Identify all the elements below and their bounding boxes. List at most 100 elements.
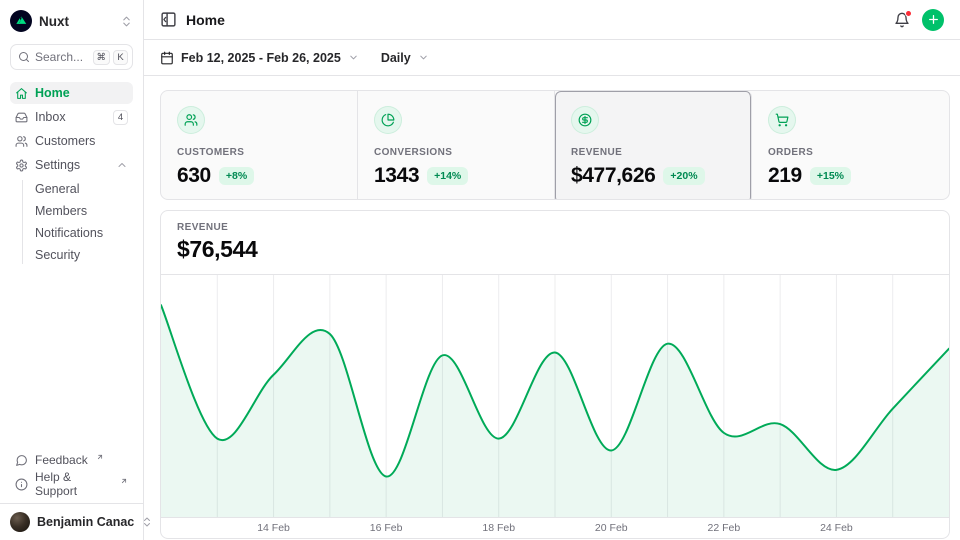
sidebar-item-general[interactable]: General — [35, 178, 133, 200]
sidebar-item-label: Customers — [35, 134, 95, 148]
date-range-picker[interactable]: Feb 12, 2025 - Feb 26, 2025 — [160, 51, 359, 65]
inbox-count-badge: 4 — [113, 110, 128, 125]
stat-label: REVENUE — [571, 147, 735, 158]
stat-card-revenue[interactable]: REVENUE $477,626 +20% — [555, 91, 752, 200]
sidebar-item-label: Notifications — [35, 226, 103, 240]
sidebar-item-label: Security — [35, 248, 80, 262]
filter-toolbar: Feb 12, 2025 - Feb 26, 2025 Daily — [144, 40, 960, 76]
search-input[interactable]: Search... ⌘ K — [10, 44, 133, 70]
chart-title: REVENUE — [177, 222, 933, 233]
stat-value: 630 — [177, 164, 211, 188]
page-title: Home — [186, 12, 225, 28]
sidebar-item-label: Home — [35, 86, 70, 100]
users-icon — [15, 135, 28, 148]
sidebar-item-inbox[interactable]: Inbox 4 — [10, 106, 133, 128]
user-name: Benjamin Canac — [37, 515, 134, 529]
revenue-area-chart[interactable] — [161, 275, 949, 518]
search-placeholder: Search... — [35, 50, 83, 64]
kbd-cmd: ⌘ — [93, 50, 111, 65]
pie-chart-icon — [374, 106, 402, 134]
sidebar-footer-links: Feedback Help & Support — [0, 449, 143, 503]
sidebar-spacer — [0, 266, 143, 449]
stat-change-badge: +15% — [810, 167, 851, 185]
sidebar-item-home[interactable]: Home — [10, 82, 133, 104]
avatar — [10, 512, 30, 532]
stat-card-customers[interactable]: CUSTOMERS 630 +8% — [161, 91, 358, 200]
external-link-icon — [96, 453, 104, 461]
settings-subnav: General Members Notifications Security — [22, 178, 133, 266]
feedback-link[interactable]: Feedback — [10, 449, 133, 471]
feedback-label: Feedback — [35, 453, 88, 467]
sidebar-item-security[interactable]: Security — [35, 244, 133, 266]
help-support-link[interactable]: Help & Support — [10, 473, 133, 495]
stat-label: ORDERS — [768, 147, 933, 158]
dollar-circle-icon — [571, 106, 599, 134]
chart-header: REVENUE $76,544 — [161, 211, 949, 275]
x-axis-tick: 14 Feb — [257, 522, 290, 534]
cart-icon — [768, 106, 796, 134]
stat-card-conversions[interactable]: CONVERSIONS 1343 +14% — [358, 91, 555, 200]
sidebar: Nuxt Search... ⌘ K Home — [0, 0, 144, 540]
x-axis-tick: 20 Feb — [595, 522, 628, 534]
revenue-chart-card: REVENUE $76,544 14 Feb 16 Feb 18 Feb 20 Feb… — [160, 210, 950, 539]
x-axis-tick: 24 Feb — [820, 522, 853, 534]
dashboard-content: CUSTOMERS 630 +8% CONVERSIONS 1343 +14% — [144, 76, 960, 540]
stat-value: 1343 — [374, 164, 419, 188]
stat-label: CONVERSIONS — [374, 147, 538, 158]
x-axis-tick: 18 Feb — [482, 522, 515, 534]
inbox-icon — [15, 111, 28, 124]
nuxt-logo-icon — [10, 10, 32, 32]
sidebar-item-members[interactable]: Members — [35, 200, 133, 222]
stat-card-orders[interactable]: ORDERS 219 +15% — [752, 91, 949, 200]
gear-icon — [15, 159, 28, 172]
workspace-name: Nuxt — [39, 14, 69, 29]
stat-change-badge: +14% — [427, 167, 468, 185]
search-shortcut: ⌘ K — [93, 50, 129, 65]
chevron-up-icon — [116, 159, 128, 171]
stat-label: CUSTOMERS — [177, 147, 341, 158]
collapse-sidebar-button[interactable] — [160, 11, 177, 28]
kbd-k: K — [113, 50, 128, 65]
chevron-down-icon — [348, 52, 359, 63]
app-window: Nuxt Search... ⌘ K Home — [0, 0, 960, 540]
info-icon — [15, 478, 28, 491]
sidebar-item-settings[interactable]: Settings — [10, 154, 133, 176]
sidebar-item-label: General — [35, 182, 79, 196]
sidebar-item-label: Settings — [35, 158, 80, 172]
users-icon — [177, 106, 205, 134]
x-axis: 14 Feb 16 Feb 18 Feb 20 Feb 22 Feb 24 Feb — [161, 518, 949, 538]
user-menu[interactable]: Benjamin Canac — [0, 504, 143, 540]
chart-current-value: $76,544 — [177, 236, 933, 263]
x-axis-tick: 22 Feb — [707, 522, 740, 534]
stat-value: $477,626 — [571, 164, 655, 188]
notifications-button[interactable] — [894, 12, 910, 28]
search-icon — [18, 51, 30, 63]
sidebar-item-customers[interactable]: Customers — [10, 130, 133, 152]
date-range-value: Feb 12, 2025 - Feb 26, 2025 — [181, 51, 341, 65]
sidebar-item-label: Inbox — [35, 110, 66, 124]
workspace-switcher[interactable]: Nuxt — [0, 0, 143, 38]
chevron-down-icon — [418, 52, 429, 63]
chevron-up-down-icon — [120, 15, 133, 28]
period-value: Daily — [381, 51, 411, 65]
chart-canvas — [161, 275, 949, 517]
stat-change-badge: +20% — [663, 167, 704, 185]
sidebar-item-notifications[interactable]: Notifications — [35, 222, 133, 244]
stat-change-badge: +8% — [219, 167, 254, 185]
period-select[interactable]: Daily — [381, 51, 429, 65]
message-bubble-icon — [15, 454, 28, 467]
external-link-icon — [120, 477, 128, 485]
sidebar-nav: Home Inbox 4 Customers Settings — [0, 82, 143, 266]
main-area: Home Feb 12, 2025 - Feb 26, 2025 — [144, 0, 960, 540]
help-support-label: Help & Support — [35, 470, 112, 498]
add-button[interactable] — [922, 9, 944, 31]
calendar-icon — [160, 51, 174, 65]
notification-dot — [905, 10, 912, 17]
x-axis-tick: 16 Feb — [370, 522, 403, 534]
page-header: Home — [144, 0, 960, 40]
home-icon — [15, 87, 28, 100]
stats-group: CUSTOMERS 630 +8% CONVERSIONS 1343 +14% — [160, 90, 950, 200]
header-actions — [894, 9, 944, 31]
sidebar-item-label: Members — [35, 204, 87, 218]
stat-value: 219 — [768, 164, 802, 188]
